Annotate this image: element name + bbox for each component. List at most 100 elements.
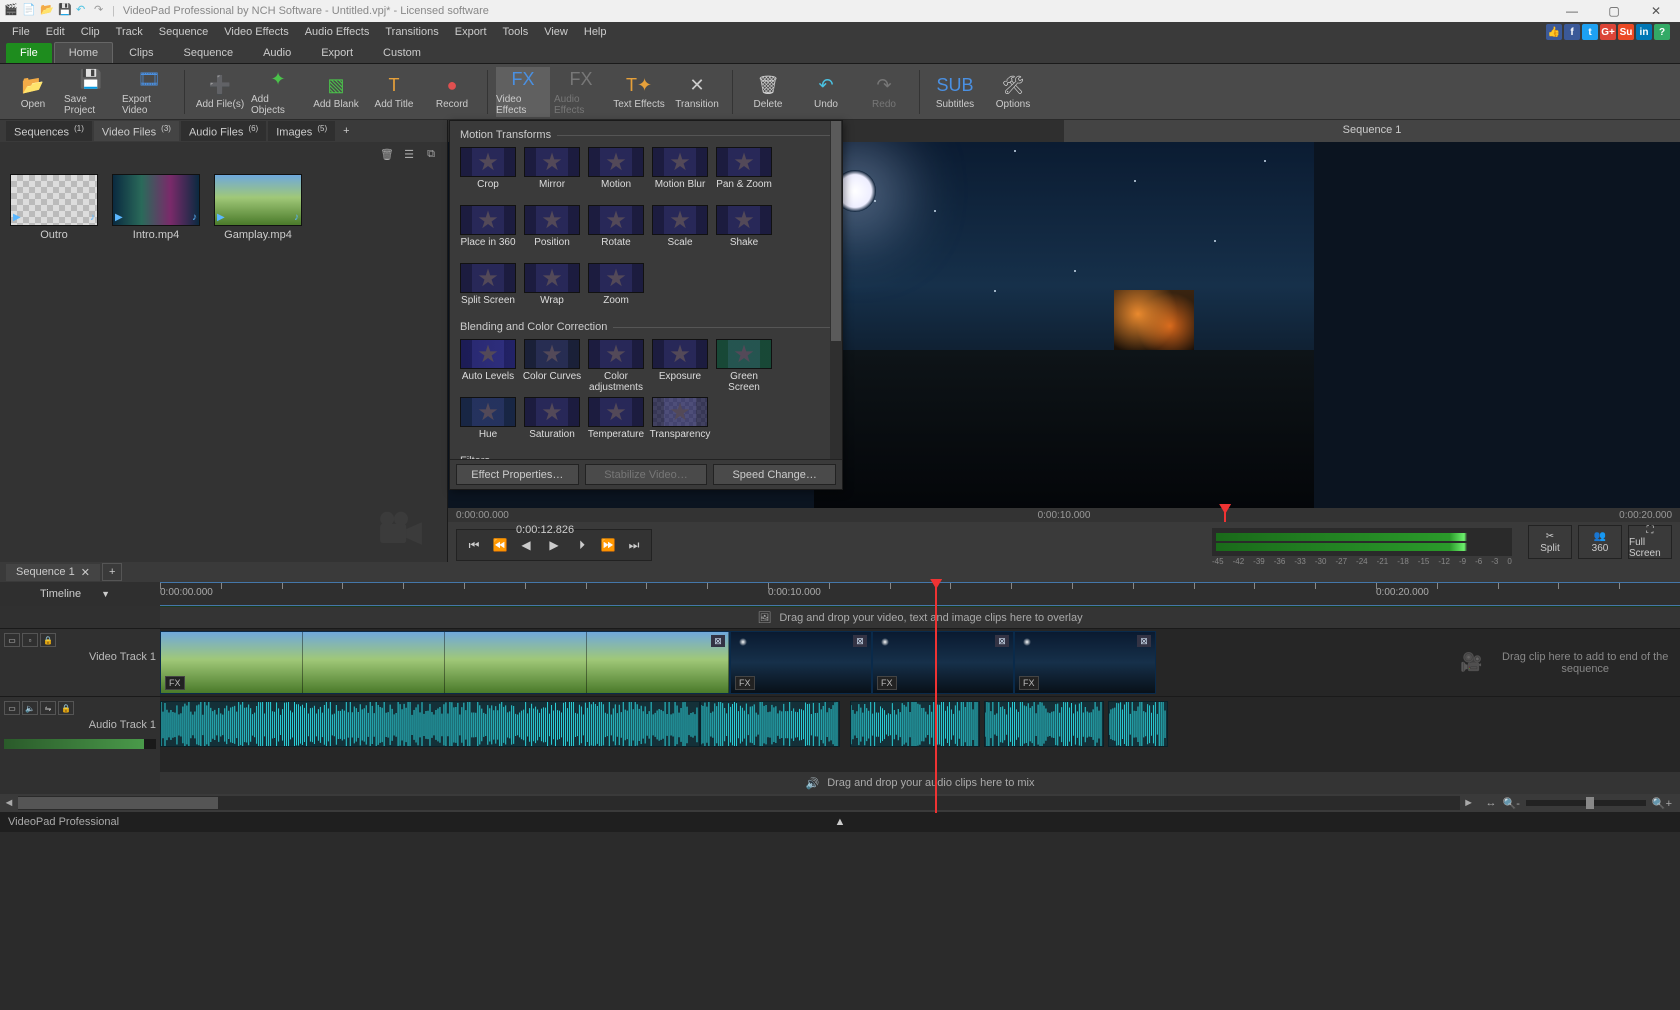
video-track-body[interactable]: FX⊠FX⊠FX⊠FX⊠ 🎥 Drag clip here to add to … (160, 629, 1680, 696)
fx-item-transparency[interactable]: ★Transparency (650, 397, 710, 451)
track-solo-button[interactable]: 🔈 (22, 701, 38, 715)
timeline-scrollbar[interactable]: ◄ ► ↔ 🔍- 🔍+ (0, 794, 1680, 812)
clip-transition-icon[interactable]: ⊠ (995, 635, 1009, 647)
track-lock-button[interactable]: 🔒 (40, 633, 56, 647)
track-volume-slider[interactable] (4, 739, 156, 749)
fx-item-temperature[interactable]: ★Temperature (586, 397, 646, 451)
audio-clip[interactable]: FX🔈 (850, 701, 980, 747)
transport-button[interactable]: ◀ (515, 534, 537, 556)
close-icon[interactable]: ✕ (81, 566, 90, 579)
bin-detach-icon[interactable]: ⧉ (423, 146, 439, 162)
fx-footer-button[interactable]: Effect Properties… (456, 464, 579, 485)
bin-list-icon[interactable]: ☰ (401, 146, 417, 162)
text-effects-button[interactable]: T✦Text Effects (612, 67, 666, 117)
fx-item-split-screen[interactable]: ★Split Screen (458, 263, 518, 317)
fx-item-saturation[interactable]: ★Saturation (522, 397, 582, 451)
clip-item[interactable]: ▶♪Outro (8, 174, 100, 241)
bin-tab-images[interactable]: Images (5) (268, 121, 335, 142)
add-sequence-button[interactable]: + (102, 563, 122, 581)
video-effects-button[interactable]: FXVideo Effects (496, 67, 550, 117)
open-icon[interactable]: 📂 (40, 3, 56, 19)
menu-transitions[interactable]: Transitions (377, 24, 446, 40)
like-icon[interactable]: 👍 (1546, 24, 1562, 40)
ribbon-tab-home[interactable]: Home (54, 42, 113, 63)
undo-button[interactable]: ↶Undo (799, 67, 853, 117)
fx-item-pan-zoom[interactable]: ★Pan & Zoom (714, 147, 774, 201)
add-files-button[interactable]: ➕Add File(s) (193, 67, 247, 117)
ribbon-tab-audio[interactable]: Audio (249, 43, 305, 63)
ribbon-tab-sequence[interactable]: Sequence (170, 43, 248, 63)
timeline-mode-label[interactable]: Timeline (40, 588, 81, 600)
timeline-ruler[interactable]: 0:00:00.0000:00:10.0000:00:20.000 (160, 582, 1680, 606)
video-clip[interactable]: FX⊠ (1014, 631, 1156, 694)
ribbon-tab-custom[interactable]: Custom (369, 43, 435, 63)
menu-help[interactable]: Help (576, 24, 615, 40)
preview-tab[interactable]: Sequence 1 (1064, 120, 1680, 142)
clip-transition-icon[interactable]: ⊠ (853, 635, 867, 647)
fx-item-motion[interactable]: ★Motion (586, 147, 646, 201)
chevron-down-icon[interactable]: ▼ (101, 589, 110, 599)
fx-item-color-adjustments[interactable]: ★Color adjustments (586, 339, 646, 393)
track-lock-button[interactable]: 🔒 (58, 701, 74, 715)
fx-item-mirror[interactable]: ★Mirror (522, 147, 582, 201)
save-icon[interactable]: 💾 (58, 3, 74, 19)
bin-add-tab[interactable]: + (337, 122, 355, 140)
add-title-button[interactable]: TAdd Title (367, 67, 421, 117)
ribbon-tab-file[interactable]: File (6, 43, 52, 63)
video-clip[interactable]: FX ⊠ (872, 631, 1014, 694)
undo-icon[interactable]: ↶ (76, 3, 92, 19)
minimize-button[interactable]: — (1552, 1, 1592, 21)
fx-item-hue[interactable]: ★Hue (458, 397, 518, 451)
subtitles-button[interactable]: SUBSubtitles (928, 67, 982, 117)
bin-tab-sequences[interactable]: Sequences (1) (6, 121, 92, 142)
menu-edit[interactable]: Edit (38, 24, 73, 40)
audio-clip[interactable]: FX🔈 (984, 701, 1104, 747)
fx-item-zoom[interactable]: ★Zoom (586, 263, 646, 317)
scroll-right-icon[interactable]: ► (1460, 797, 1478, 809)
fx-item-shake[interactable]: ★Shake (714, 205, 774, 259)
fx-item-auto-levels[interactable]: ★Auto Levels (458, 339, 518, 393)
zoom-fit-icon[interactable]: ↔ (1486, 797, 1497, 809)
360-button[interactable]: 👥360 (1578, 525, 1622, 559)
menu-audio-effects[interactable]: Audio Effects (297, 24, 378, 40)
preview-mini-ruler[interactable]: 0:00:00.000 0:00:10.000 0:00:20.000 (448, 508, 1680, 522)
track-collapse-button[interactable]: ▭ (4, 633, 20, 647)
clip-fx-badge[interactable]: FX (165, 676, 185, 690)
close-button[interactable]: ✕ (1636, 1, 1676, 21)
clip-item[interactable]: ▶♪Gamplay.mp4 (212, 174, 304, 241)
transport-button[interactable]: ⏭ (623, 534, 645, 556)
clip-fx-badge[interactable]: FX (877, 676, 897, 690)
transition-button[interactable]: ✕Transition (670, 67, 724, 117)
ribbon-tab-export[interactable]: Export (307, 43, 367, 63)
menu-export[interactable]: Export (447, 24, 495, 40)
audio-clip[interactable]: FX🔈 (160, 701, 700, 747)
fx-item-place-in-360[interactable]: ★Place in 360 (458, 205, 518, 259)
menu-clip[interactable]: Clip (73, 24, 108, 40)
stumble-icon[interactable]: Su (1618, 24, 1634, 40)
bin-tab-video-files[interactable]: Video Files (3) (94, 121, 179, 142)
menu-tools[interactable]: Tools (495, 24, 537, 40)
menu-track[interactable]: Track (108, 24, 151, 40)
save-project-button[interactable]: 💾Save Project (64, 67, 118, 117)
maximize-button[interactable]: ▢ (1594, 1, 1634, 21)
drag-end-hint[interactable]: 🎥 Drag clip here to add to end of the se… (1460, 629, 1680, 696)
zoom-out-icon[interactable]: 🔍- (1503, 797, 1520, 810)
overlay-track-hint[interactable]: 🖼 Drag and drop your video, text and ima… (160, 606, 1680, 628)
fx-item-crop[interactable]: ★Crop (458, 147, 518, 201)
new-icon[interactable]: 📄 (22, 3, 38, 19)
fx-item-position[interactable]: ★Position (522, 205, 582, 259)
fx-item-motion-blur[interactable]: ★Motion Blur (650, 147, 710, 201)
scroll-thumb[interactable] (18, 797, 218, 809)
bin-tab-audio-files[interactable]: Audio Files (6) (181, 121, 266, 142)
track-link-button[interactable]: ⇋ (40, 701, 56, 715)
video-clip[interactable]: FX⊠ (730, 631, 872, 694)
audio-clip[interactable]: FX🔈 (1108, 701, 1168, 747)
transport-button[interactable]: ⏪ (489, 534, 511, 556)
menu-view[interactable]: View (536, 24, 576, 40)
fx-footer-button[interactable]: Speed Change… (713, 464, 836, 485)
zoom-slider[interactable] (1526, 800, 1646, 806)
google-icon[interactable]: G+ (1600, 24, 1616, 40)
transport-button[interactable]: ⏮ (463, 534, 485, 556)
fx-item-wrap[interactable]: ★Wrap (522, 263, 582, 317)
track-mute-button[interactable]: ▫ (22, 633, 38, 647)
